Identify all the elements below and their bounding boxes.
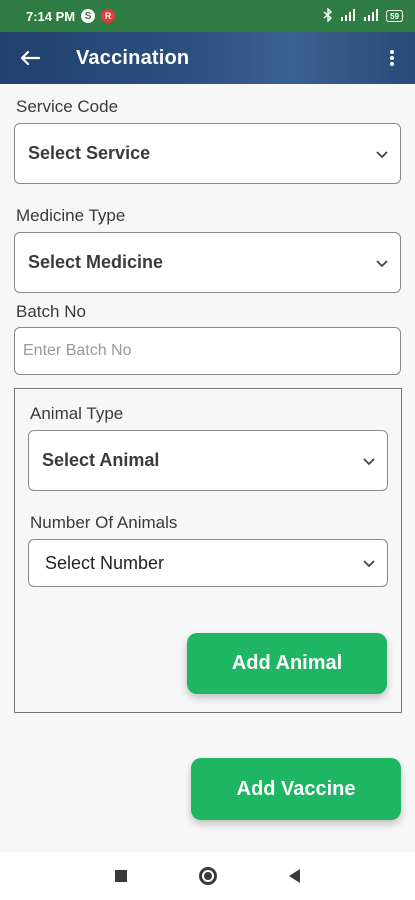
number-of-animals-value: Select Number xyxy=(45,552,165,573)
batch-no-input[interactable]: Enter Batch No xyxy=(14,327,401,375)
chevron-down-icon xyxy=(376,259,388,267)
system-nav-bar xyxy=(0,852,415,900)
arrow-left-icon[interactable] xyxy=(0,32,60,84)
medicine-type-select[interactable]: Select Medicine xyxy=(14,232,401,293)
battery-icon: 59 xyxy=(386,10,403,22)
animal-type-value: Select Animal xyxy=(42,450,160,470)
nav-home-icon[interactable] xyxy=(199,867,217,885)
status-time: 7:14 PM xyxy=(26,8,76,24)
service-code-value: Select Service xyxy=(28,143,151,163)
page-title: Vaccination xyxy=(76,46,190,69)
bluetooth-icon xyxy=(323,6,333,25)
status-bar: 7:14 PM S R 59 xyxy=(0,0,415,32)
nav-back-icon[interactable] xyxy=(289,869,300,883)
nav-recents-icon[interactable] xyxy=(115,870,127,882)
skype-notification-icon: S xyxy=(81,9,96,23)
service-code-select[interactable]: Select Service xyxy=(14,123,401,184)
chevron-down-icon xyxy=(363,457,375,465)
app-bar: Vaccination xyxy=(0,32,415,84)
animal-type-select[interactable]: Select Animal xyxy=(28,430,388,491)
signal-icon-1 xyxy=(340,8,356,24)
medicine-type-value: Select Medicine xyxy=(28,252,164,272)
add-animal-button[interactable]: Add Animal xyxy=(187,633,387,694)
medicine-type-label: Medicine Type xyxy=(16,206,126,225)
kebab-menu-icon[interactable] xyxy=(369,32,415,84)
chevron-down-icon xyxy=(363,560,375,568)
number-of-animals-label: Number Of Animals xyxy=(30,513,178,532)
chevron-down-icon xyxy=(376,150,388,158)
batch-no-placeholder: Enter Batch No xyxy=(23,342,132,359)
service-code-label: Service Code xyxy=(16,97,119,116)
batch-no-label: Batch No xyxy=(16,302,86,321)
number-of-animals-select[interactable]: Select Number xyxy=(28,539,388,587)
recorder-notification-icon: R xyxy=(101,9,116,23)
animal-type-label: Animal Type xyxy=(30,404,124,423)
signal-icon-2 xyxy=(363,8,379,24)
add-vaccine-button[interactable]: Add Vaccine xyxy=(191,758,401,820)
